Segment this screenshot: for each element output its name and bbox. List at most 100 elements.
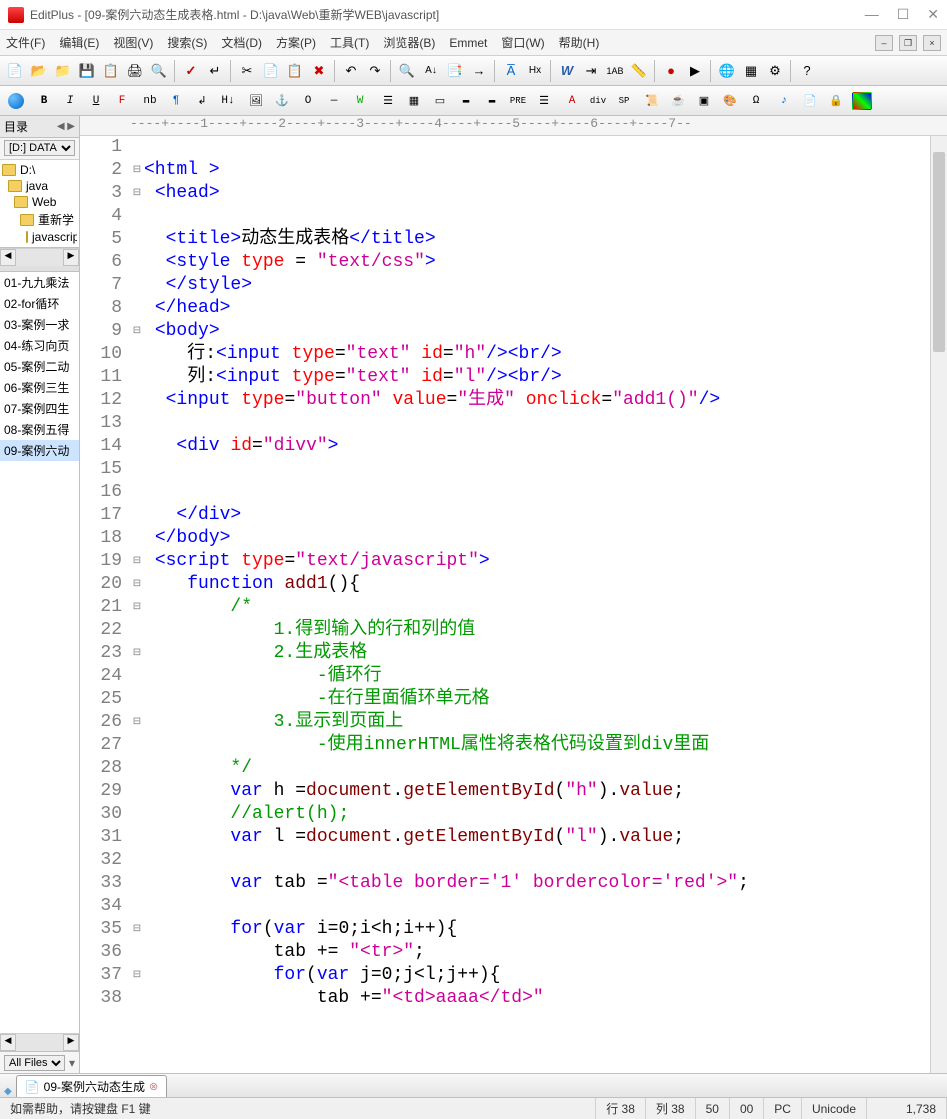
file-item[interactable]: 02-for循环 (0, 293, 79, 314)
menu-search[interactable]: 搜索(S) (167, 34, 207, 51)
browser-icon[interactable]: 🌐 (716, 60, 738, 82)
find-files-icon[interactable]: 📑 (444, 60, 466, 82)
break-button[interactable]: ↲ (190, 90, 214, 112)
table-button[interactable]: ▦ (402, 90, 426, 112)
mdi-minimize[interactable]: – (875, 35, 893, 51)
hr-button[interactable]: — (322, 90, 346, 112)
filter-select[interactable]: All Files (4, 1055, 65, 1071)
menu-view[interactable]: 视图(V) (113, 34, 153, 51)
tree-node[interactable]: 重新学 (2, 210, 77, 229)
code-content[interactable]: <html > <head> <title>动态生成表格</title> <st… (144, 136, 930, 1073)
mdi-close[interactable]: × (923, 35, 941, 51)
doc-button[interactable]: 📄 (798, 90, 822, 112)
indent-icon[interactable]: ⇥ (580, 60, 602, 82)
delete-icon[interactable]: ✖ (308, 60, 330, 82)
tree-node[interactable]: D:\ (2, 162, 77, 178)
file-item[interactable]: 08-案例五得 (0, 419, 79, 440)
list-button[interactable]: ☰ (532, 90, 556, 112)
record-icon[interactable]: ● (660, 60, 682, 82)
file-item[interactable]: 06-案例三生 (0, 377, 79, 398)
menu-edit[interactable]: 编辑(E) (59, 34, 99, 51)
lock-button[interactable]: 🔒 (824, 90, 848, 112)
char-button[interactable]: Ω (744, 90, 768, 112)
print-icon[interactable]: 🖨 (124, 60, 146, 82)
menu-emmet[interactable]: Emmet (449, 36, 487, 50)
filelist-scrollbar[interactable]: ◀▶ (0, 1033, 79, 1051)
globe-icon[interactable] (4, 90, 28, 112)
tab-active[interactable]: 📄 09-案例六动态生成 ⊗ (16, 1075, 168, 1097)
replace-icon[interactable]: A↓ (420, 60, 442, 82)
line-num-icon[interactable]: 1AB (604, 60, 626, 82)
wordwrap-icon[interactable]: ↵ (204, 60, 226, 82)
cut-icon[interactable]: ✂ (236, 60, 258, 82)
redo-icon[interactable]: ↷ (364, 60, 386, 82)
menu-document[interactable]: 文档(D) (221, 34, 262, 51)
input-button[interactable]: ▬ (454, 90, 478, 112)
tree-node[interactable]: Web (2, 194, 77, 210)
file-filter[interactable]: All Files ▾ (0, 1051, 79, 1073)
file-item[interactable]: 04-练习向页 (0, 335, 79, 356)
tab-close-icon[interactable]: ⊗ (149, 1080, 158, 1093)
tree-node[interactable]: java (2, 178, 77, 194)
new-file-icon[interactable]: 📄 (4, 60, 26, 82)
code-editor[interactable]: 1234567891011121314151617181920212223242… (80, 136, 947, 1073)
maximize-button[interactable]: ☐ (897, 6, 910, 23)
tool2-icon[interactable]: Hx (524, 60, 546, 82)
form-button[interactable]: ▭ (428, 90, 452, 112)
span-button[interactable]: SP (612, 90, 636, 112)
textarea-button[interactable]: ▬ (480, 90, 504, 112)
menu-tools[interactable]: 工具(T) (330, 34, 369, 51)
file-item[interactable]: 01-九九乘法 (0, 272, 79, 293)
find-icon[interactable]: 🔍 (396, 60, 418, 82)
script-button[interactable]: 📜 (640, 90, 664, 112)
close-button[interactable]: ✕ (927, 6, 939, 23)
w-button[interactable]: W (348, 90, 372, 112)
file-item[interactable]: 07-案例四生 (0, 398, 79, 419)
undo-icon[interactable]: ↶ (340, 60, 362, 82)
abl-button[interactable]: A (560, 90, 584, 112)
drive-selector[interactable]: [D:] DATA (0, 138, 79, 160)
pre-button[interactable]: PRE (506, 90, 530, 112)
center-button[interactable]: ☰ (376, 90, 400, 112)
copy-icon[interactable]: 📄 (260, 60, 282, 82)
save-icon[interactable]: 💾 (76, 60, 98, 82)
drive-select[interactable]: [D:] DATA (4, 140, 75, 156)
vertical-scrollbar[interactable] (930, 136, 947, 1073)
preview-icon[interactable]: 🔍 (148, 60, 170, 82)
help-icon[interactable]: ? (796, 60, 818, 82)
mdi-restore[interactable]: ❐ (899, 35, 917, 51)
tree-node[interactable]: javascript (2, 229, 77, 245)
word-icon[interactable]: W (556, 60, 578, 82)
italic-button[interactable]: I (58, 90, 82, 112)
anchor-button[interactable]: ⚓ (270, 90, 294, 112)
applet-button[interactable]: ☕ (666, 90, 690, 112)
para-button[interactable]: ¶ (164, 90, 188, 112)
nbsp-button[interactable]: nb (138, 90, 162, 112)
palette-button[interactable] (852, 92, 872, 110)
spellcheck-icon[interactable]: ✓ (180, 60, 202, 82)
music-button[interactable]: ♪ (772, 90, 796, 112)
goto-icon[interactable]: → (468, 60, 490, 82)
settings-icon[interactable]: ⚙ (764, 60, 786, 82)
object2-button[interactable]: ▣ (692, 90, 716, 112)
color-button[interactable]: 🎨 (718, 90, 742, 112)
div-button[interactable]: div (586, 90, 610, 112)
heading-button[interactable]: H↓ (216, 90, 240, 112)
paste-icon[interactable]: 📋 (284, 60, 306, 82)
menu-help[interactable]: 帮助(H) (559, 34, 600, 51)
file-list[interactable]: 01-九九乘法02-for循环03-案例一求04-练习向页05-案例二动06-案… (0, 272, 79, 1033)
image-button[interactable]: 🖼 (244, 90, 268, 112)
link-button[interactable]: O (296, 90, 320, 112)
play-icon[interactable]: ▶ (684, 60, 706, 82)
menu-file[interactable]: 文件(F) (6, 34, 45, 51)
font-button[interactable]: F (110, 90, 134, 112)
file-item[interactable]: 03-案例一求 (0, 314, 79, 335)
underline-button[interactable]: U (84, 90, 108, 112)
sidebar-nav-arrows[interactable]: ◀ ▶ (57, 121, 75, 132)
file-item[interactable]: 05-案例二动 (0, 356, 79, 377)
menu-browser[interactable]: 浏览器(B) (383, 34, 435, 51)
tile-icon[interactable]: ▦ (740, 60, 762, 82)
menu-window[interactable]: 窗口(W) (501, 34, 544, 51)
bold-button[interactable]: B (32, 90, 56, 112)
fold-gutter[interactable]: ⊟⊟⊟⊟⊟⊟⊟⊟⊟⊟ (130, 136, 144, 1073)
